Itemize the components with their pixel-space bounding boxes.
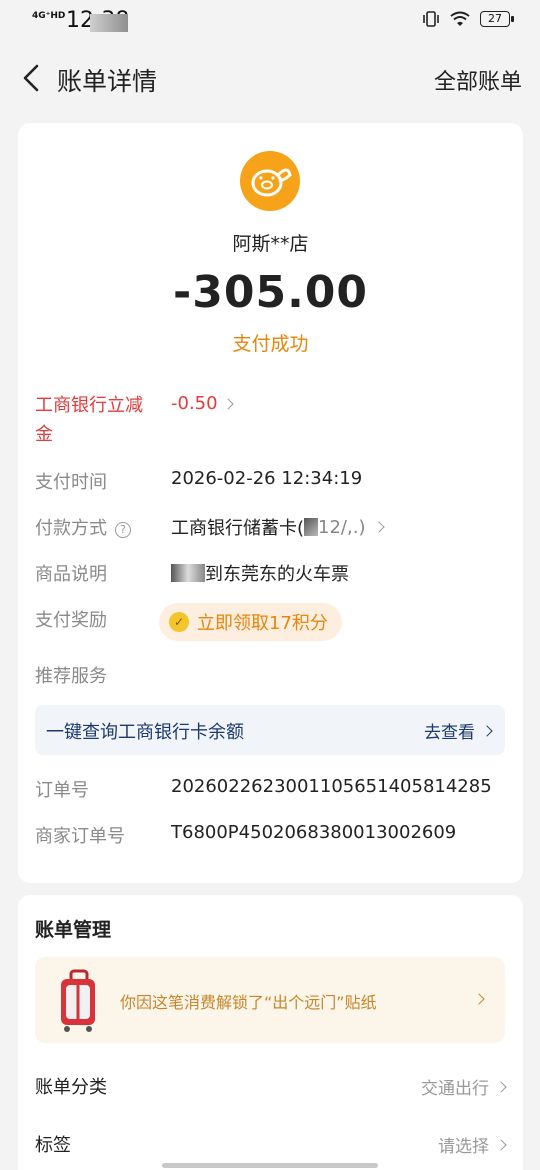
pay-method-suffix: 12/,.): [318, 516, 366, 538]
bill-tag-row[interactable]: 标签 请选择: [35, 1131, 507, 1161]
coin-icon: ✓: [169, 612, 189, 632]
merchant-order-label: 商家订单号: [35, 826, 125, 847]
order-value: 2026022623001105651405814285: [171, 776, 492, 797]
bill-management-card: 账单管理 你因这笔消费解锁了“出个远门”贴纸 账单分类 交通出行 标签 请选择: [18, 895, 523, 1170]
claim-points-button[interactable]: ✓ 立即领取17积分: [159, 603, 342, 641]
reward-text: 立即领取17积分: [197, 613, 328, 634]
category-value: 交通出行: [421, 1079, 489, 1099]
chevron-right-icon: [221, 397, 234, 410]
bill-detail-card: 阿斯**店 -305.00 支付成功 工商银行立减金 -0.50 支付时间 20…: [18, 123, 523, 883]
merchant-order-value: T6800P4502068380013002609: [171, 822, 457, 843]
product-value: 到东莞东的火车票: [205, 564, 349, 585]
chevron-right-icon: [373, 521, 386, 533]
chevron-right-icon: [495, 1080, 507, 1093]
nav-bar: 账单详情 全部账单: [0, 48, 540, 108]
sticker-text: 你因这笔消费解锁了“出个远门”贴纸: [120, 993, 377, 1012]
chevron-right-icon: [495, 1138, 507, 1151]
help-icon[interactable]: ?: [115, 521, 131, 538]
discount-value-link[interactable]: -0.50: [171, 393, 234, 414]
recommend-label: 推荐服务: [35, 666, 107, 687]
pay-method-value-link[interactable]: 工商银行储蓄卡( 12/,.): [171, 514, 386, 540]
vibrate-icon: [423, 11, 439, 27]
home-indicator[interactable]: [162, 1163, 378, 1168]
pig-wing-icon: [251, 168, 292, 197]
reward-label: 支付奖励: [35, 610, 107, 631]
management-title: 账单管理: [35, 919, 112, 941]
discount-label: 工商银行立减金: [35, 395, 143, 445]
bill-category-row[interactable]: 账单分类 交通出行: [35, 1073, 507, 1103]
pay-time-value: 2026-02-26 12:34:19: [171, 468, 363, 489]
network-indicator: 4G⁺HD: [32, 11, 66, 21]
product-blur-mask: [171, 564, 205, 582]
sticker-banner[interactable]: 你因这笔消费解锁了“出个远门”贴纸: [35, 957, 505, 1043]
page-title: 账单详情: [57, 67, 158, 96]
service-action: 去查看: [424, 723, 475, 743]
bill-amount: -305.00: [172, 267, 369, 318]
merchant-logo: [240, 151, 300, 211]
battery-icon: 27: [480, 11, 514, 27]
category-value-group: 交通出行: [421, 1074, 507, 1099]
discount-value: -0.50: [171, 393, 218, 414]
chevron-right-icon: [481, 724, 493, 737]
service-text: 一键查询工商银行卡余额: [46, 722, 244, 743]
status-blur-mask: [90, 14, 128, 32]
card-number-blur-mask: [304, 518, 319, 536]
pay-method-label: 付款方式?: [35, 514, 131, 540]
tag-label: 标签: [35, 1135, 71, 1156]
merchant-name: 阿斯**店: [232, 233, 309, 255]
service-go-link[interactable]: 去查看: [424, 718, 493, 743]
pay-method-value: 工商银行储蓄卡(: [171, 518, 305, 539]
product-label: 商品说明: [35, 564, 107, 585]
pay-method-label-text: 付款方式: [35, 518, 107, 539]
status-icons: 27: [422, 11, 514, 27]
tag-value-group: 请选择: [438, 1132, 507, 1157]
tag-value: 请选择: [438, 1137, 489, 1157]
back-arrow-icon[interactable]: [18, 62, 46, 94]
pay-time-label: 支付时间: [35, 472, 107, 493]
payment-status: 支付成功: [232, 333, 309, 355]
battery-level: 27: [488, 12, 502, 25]
order-label: 订单号: [35, 780, 89, 801]
wifi-icon: [450, 11, 470, 26]
product-value-row: 到东莞东的火车票: [171, 560, 349, 586]
category-label: 账单分类: [35, 1077, 107, 1098]
balance-query-service[interactable]: 一键查询工商银行卡余额 去查看: [35, 705, 505, 755]
all-bills-link[interactable]: 全部账单: [434, 64, 522, 96]
suitcase-icon: [61, 969, 95, 1032]
chevron-right-icon: [473, 993, 485, 1005]
status-bar: 4G⁺HD 12:38 27: [0, 0, 540, 42]
